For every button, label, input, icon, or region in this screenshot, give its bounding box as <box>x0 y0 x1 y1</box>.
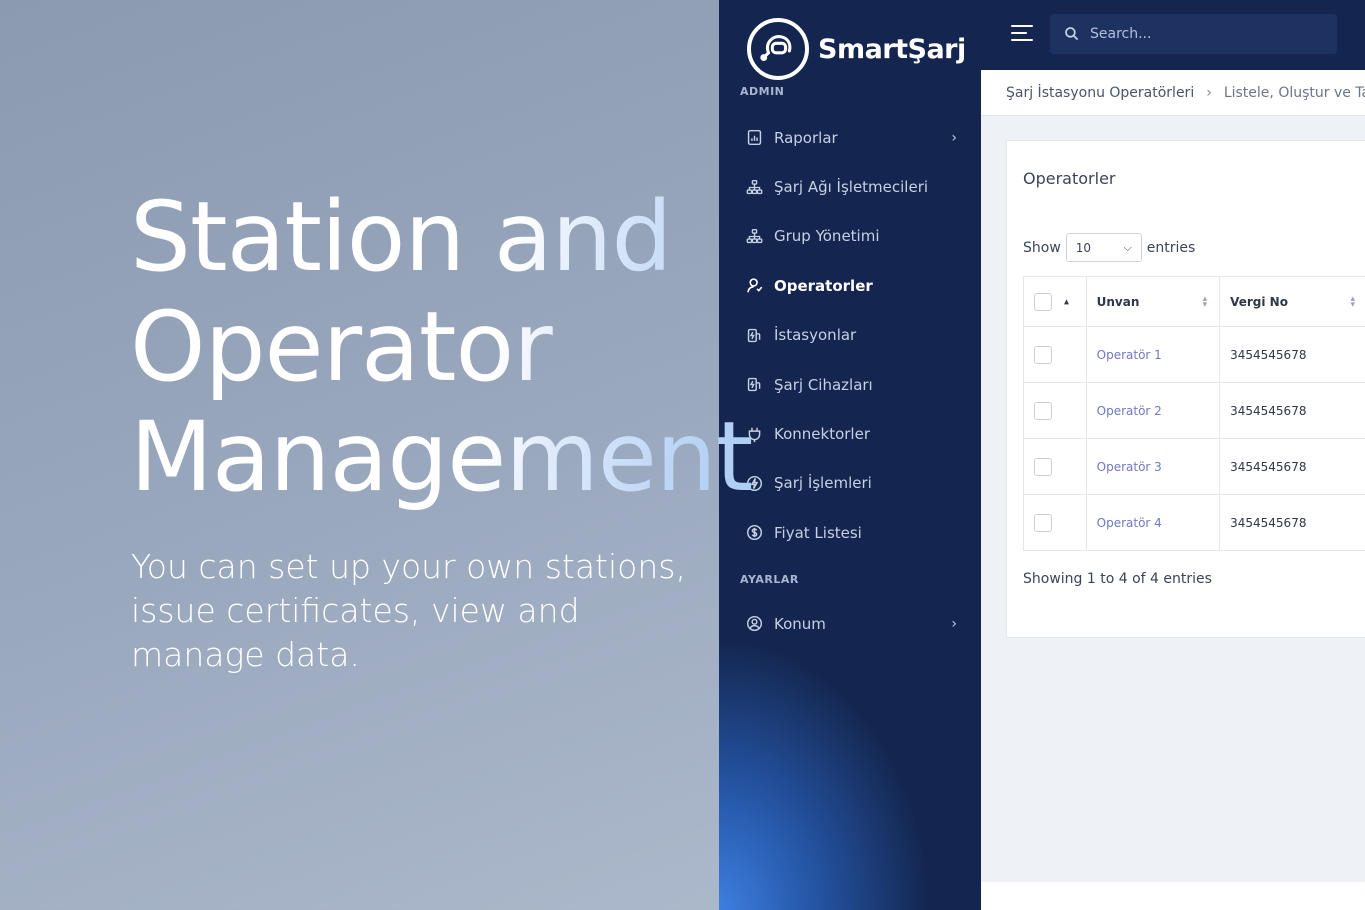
operator-link[interactable]: Operatör 2 <box>1085 382 1221 439</box>
sidebar-item-konum[interactable]: Konum › <box>719 599 981 648</box>
breadcrumb-separator-icon: › <box>1206 84 1212 101</box>
sidebar-item-label: Raporlar <box>774 128 838 147</box>
sidebar-item-fiyat-listesi[interactable]: Fiyat Listesi <box>719 508 981 557</box>
table-row: Operatör 2 3454545678 <box>1023 382 1365 439</box>
row-checkbox-cell <box>1023 326 1087 383</box>
promo-subtitle: You can set up your own stations, issue … <box>131 547 686 674</box>
row-checkbox[interactable] <box>1034 345 1052 364</box>
select-all-checkbox[interactable] <box>1034 292 1052 311</box>
page-size-control: Show 10 ⌵ entries <box>1023 233 1195 262</box>
breadcrumb-root[interactable]: Şarj İstasyonu Operatörleri <box>1006 85 1194 101</box>
table-info: Showing 1 to 4 of 4 entries <box>1023 571 1212 587</box>
report-icon <box>745 129 763 147</box>
sidebar-item-label: Fiyat Listesi <box>774 523 862 542</box>
page-size-select[interactable]: 10 ⌵ <box>1065 233 1142 262</box>
table-row: Operatör 1 3454545678 <box>1023 326 1365 383</box>
user-circle-icon <box>745 615 763 633</box>
table-row: Operatör 3 3454545678 <box>1023 438 1365 495</box>
column-label: Vergi No <box>1230 294 1288 309</box>
brand-name: SmartŞarj <box>818 33 966 65</box>
smartsarj-logo-icon <box>747 18 809 80</box>
sort-asc-icon[interactable]: ▴ <box>1064 296 1069 307</box>
sidebar-item-raporlar[interactable]: Raporlar › <box>719 113 981 162</box>
tax-number-cell: 3454545678 <box>1219 494 1365 551</box>
row-checkbox-cell <box>1023 382 1087 439</box>
main-content: Şarj İstasyonu Operatörleri › Listele, O… <box>981 70 1365 910</box>
brand-logo[interactable]: SmartŞarj <box>747 18 966 80</box>
search-icon <box>1065 27 1079 41</box>
sort-icon: ▴ ▾ <box>1202 293 1208 310</box>
section-label-ayarlar: AYARLAR <box>740 573 799 586</box>
entries-label: entries <box>1146 239 1196 256</box>
page-size-value: 10 <box>1075 240 1092 255</box>
tax-number-cell: 3454545678 <box>1219 438 1365 495</box>
row-checkbox-cell <box>1023 494 1087 551</box>
menu-toggle-icon[interactable] <box>1011 25 1033 43</box>
breadcrumb: Şarj İstasyonu Operatörleri › Listele, O… <box>981 70 1365 116</box>
select-all-header: ▴ <box>1023 276 1087 327</box>
chevron-right-icon: › <box>951 129 957 146</box>
show-label: Show <box>1023 239 1061 256</box>
chevron-down-icon: ⌵ <box>1123 240 1132 254</box>
operators-card: Operatorler Show 10 ⌵ entries ▴ Unvan ▴ ▾ <box>1006 140 1365 638</box>
row-checkbox[interactable] <box>1034 513 1052 532</box>
row-checkbox-cell <box>1023 438 1087 495</box>
search-input[interactable] <box>1090 26 1310 42</box>
row-checkbox[interactable] <box>1034 401 1052 420</box>
promo-title: Station and Operator Management <box>130 182 830 512</box>
topbar <box>981 0 1365 70</box>
sort-icon: ▴ ▾ <box>1350 293 1355 310</box>
operator-link[interactable]: Operatör 3 <box>1085 438 1221 495</box>
coin-icon <box>745 524 763 542</box>
breadcrumb-current: Listele, Oluştur ve Tasarla <box>1223 84 1365 101</box>
table-header-row: ▴ Unvan ▴ ▾ Vergi No ▴ ▾ <box>1023 276 1365 327</box>
column-header-unvan[interactable]: Unvan ▴ ▾ <box>1085 276 1221 327</box>
settings-nav: Konum › <box>719 599 981 648</box>
operator-link[interactable]: Operatör 1 <box>1085 326 1221 383</box>
table-row: Operatör 4 3454545678 <box>1023 494 1365 551</box>
column-header-vergi-no[interactable]: Vergi No ▴ ▾ <box>1219 276 1365 327</box>
chevron-right-icon: › <box>951 615 957 632</box>
section-label-admin: ADMIN <box>740 85 785 98</box>
row-checkbox[interactable] <box>1034 457 1052 476</box>
operators-table: ▴ Unvan ▴ ▾ Vergi No ▴ ▾ Operatör 1 3454… <box>1023 276 1365 551</box>
footer <box>981 882 1365 910</box>
card-title: Operatorler <box>1023 169 1116 188</box>
tax-number-cell: 3454545678 <box>1219 326 1365 383</box>
search-box <box>1050 14 1337 54</box>
sidebar-item-label: Konum <box>774 614 826 633</box>
operator-link[interactable]: Operatör 4 <box>1085 494 1221 551</box>
column-label: Unvan <box>1096 294 1140 309</box>
tax-number-cell: 3454545678 <box>1219 382 1365 439</box>
